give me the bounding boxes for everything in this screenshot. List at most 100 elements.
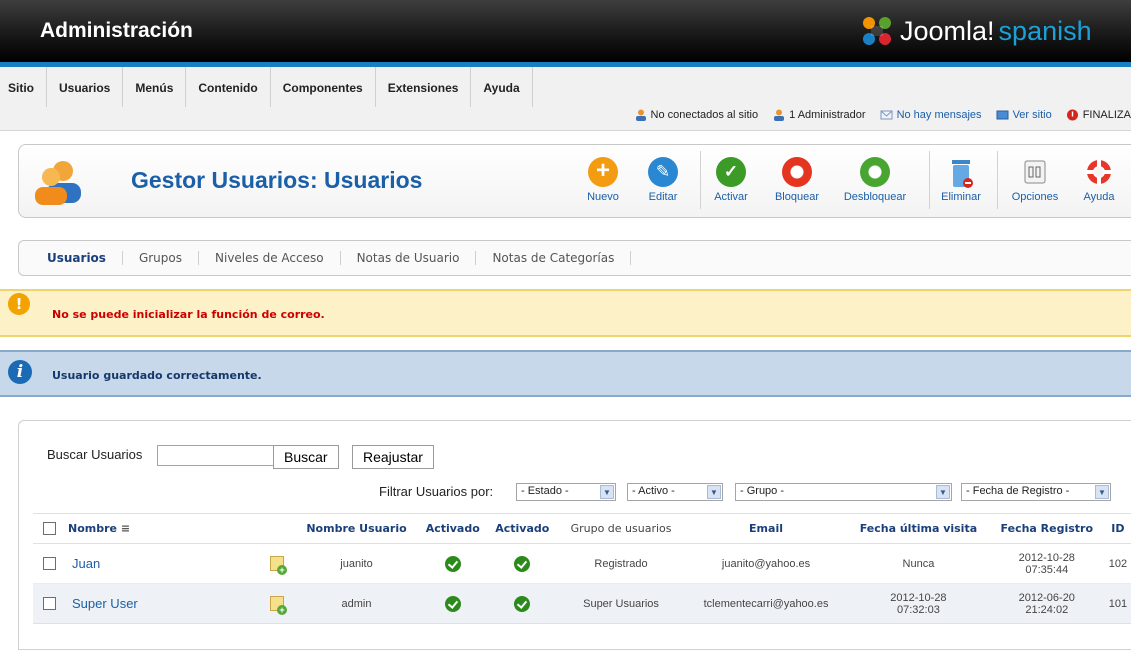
row-checkbox[interactable] [43,597,56,610]
tab-grupos[interactable]: Grupos [123,251,199,265]
tab-niveles-acceso[interactable]: Niveles de Acceso [199,251,341,265]
messages-status[interactable]: No hay mensajes [880,109,982,121]
admins-label: 1 Administrador [789,109,865,121]
add-note-icon[interactable] [270,596,284,611]
active-select[interactable]: - Activo - ▼ [627,483,723,501]
sort-icon: ≡ [121,522,130,535]
activate-label: Activar [714,191,748,203]
admin-title: Administración [40,19,193,43]
tab-notas-categorias[interactable]: Notas de Categorías [476,251,631,265]
block-button[interactable]: Bloquear [769,157,825,203]
active-select-value: - Activo - [632,485,675,497]
last-visit-cell: 2012-10-2807:32:03 [847,584,990,624]
not-connected-label: No conectados al sitio [651,109,759,121]
username-cell: juanito [295,544,418,584]
id-header[interactable]: ID [1104,514,1131,544]
activate-button[interactable]: ✓ Activar [709,157,753,203]
last-visit-time: 07:32:03 [897,604,940,616]
user-name-link[interactable]: Super User [72,596,138,611]
logout-link[interactable]: FINALIZA [1083,109,1131,121]
group-select-value: - Grupo - [740,485,784,497]
check-icon[interactable] [514,596,530,612]
user-icon [634,109,647,121]
row-checkbox-cell [33,584,65,624]
messages-link[interactable]: No hay mensajes [897,109,982,121]
header-bar: Administración Joomla! spanish [0,0,1131,62]
view-site-status[interactable]: Ver sitio [996,109,1052,121]
activated-cell [488,584,558,624]
menu-menus[interactable]: Menús [123,67,186,107]
delete-button[interactable]: Eliminar [939,157,983,203]
delete-label: Eliminar [941,191,981,203]
options-button[interactable]: Opciones [1009,157,1061,203]
help-button[interactable]: Ayuda [1075,157,1123,203]
last-visit-header[interactable]: Fecha última visita [847,514,990,544]
reset-button[interactable]: Reajustar [352,445,434,469]
chevron-down-icon: ▼ [600,485,614,499]
state-select[interactable]: - Estado - ▼ [516,483,616,501]
registered-cell: 2012-06-2021:24:02 [990,584,1104,624]
logo-joomla-text: Joomla! [900,16,995,47]
menu-componentes[interactable]: Componentes [271,67,376,107]
logo-spanish-text: spanish [999,16,1092,47]
not-connected-status: No conectados al sitio [634,109,759,121]
block-label: Bloquear [775,191,819,203]
unblock-button[interactable]: Desbloquear [839,157,911,203]
registered-header[interactable]: Fecha Registro [990,514,1104,544]
tab-usuarios[interactable]: Usuarios [31,251,123,265]
email-header[interactable]: Email [685,514,847,544]
help-label: Ayuda [1084,191,1115,203]
select-all-checkbox[interactable] [43,522,56,535]
toolbar-separator [700,151,701,209]
menu-usuarios[interactable]: Usuarios [47,67,123,107]
pencil-icon: ✎ [648,157,678,187]
table-row: Juan juanito Registrado juanito@yahoo.es… [33,544,1131,584]
menu-ayuda[interactable]: Ayuda [471,67,532,107]
user-name-link[interactable]: Juan [72,556,100,571]
chevron-down-icon: ▼ [936,485,950,499]
check-icon[interactable] [445,556,461,572]
menu-extensiones[interactable]: Extensiones [376,67,472,107]
group-cell: Registrado [557,544,685,584]
group-select[interactable]: - Grupo - ▼ [735,483,952,501]
users-panel: Buscar Usuarios Buscar Reajustar Filtrar… [18,420,1131,650]
enabled-cell [418,584,488,624]
check-icon[interactable] [514,556,530,572]
search-input[interactable] [157,445,284,466]
options-icon [1020,157,1050,189]
name-header[interactable]: Nombre ≡ [65,514,295,544]
view-site-link[interactable]: Ver sitio [1013,109,1052,121]
new-button[interactable]: + Nuevo [585,157,621,203]
unblock-label: Desbloquear [844,191,906,203]
submenu-tabs: Usuarios Grupos Niveles de Acceso Notas … [18,240,1131,276]
edit-label: Editar [649,191,678,203]
username-header[interactable]: Nombre Usuario [295,514,418,544]
edit-button[interactable]: ✎ Editar [645,157,681,203]
info-text: Usuario guardado correctamente. [52,369,262,382]
row-checkbox[interactable] [43,557,56,570]
add-note-icon[interactable] [270,556,284,571]
logout-status[interactable]: FINALIZA [1066,109,1131,121]
lifebuoy-icon [1084,157,1114,189]
page-toolbar: Gestor Usuarios: Usuarios + Nuevo ✎ Edit… [18,144,1131,218]
monitor-icon [996,109,1009,121]
registration-date-select[interactable]: - Fecha de Registro - ▼ [961,483,1111,501]
user-icon [772,109,785,121]
email-cell: juanito@yahoo.es [685,544,847,584]
options-label: Opciones [1012,191,1058,203]
enabled-header[interactable]: Activado [418,514,488,544]
search-button[interactable]: Buscar [273,445,339,469]
group-cell: Super Usuarios [557,584,685,624]
page-title: Gestor Usuarios: Usuarios [131,167,422,194]
chevron-down-icon: ▼ [707,485,721,499]
row-checkbox-cell [33,544,65,584]
power-icon [1066,109,1079,121]
registered-time: 21:24:02 [1025,604,1068,616]
tab-notas-usuario[interactable]: Notas de Usuario [341,251,477,265]
menu-contenido[interactable]: Contenido [186,67,270,107]
check-icon[interactable] [445,596,461,612]
menu-sitio[interactable]: Sitio [0,67,47,107]
activated-header[interactable]: Activado [488,514,558,544]
warning-text: No se puede inicializar la función de co… [52,308,325,321]
menu-list: Sitio Usuarios Menús Contenido Component… [0,67,533,107]
